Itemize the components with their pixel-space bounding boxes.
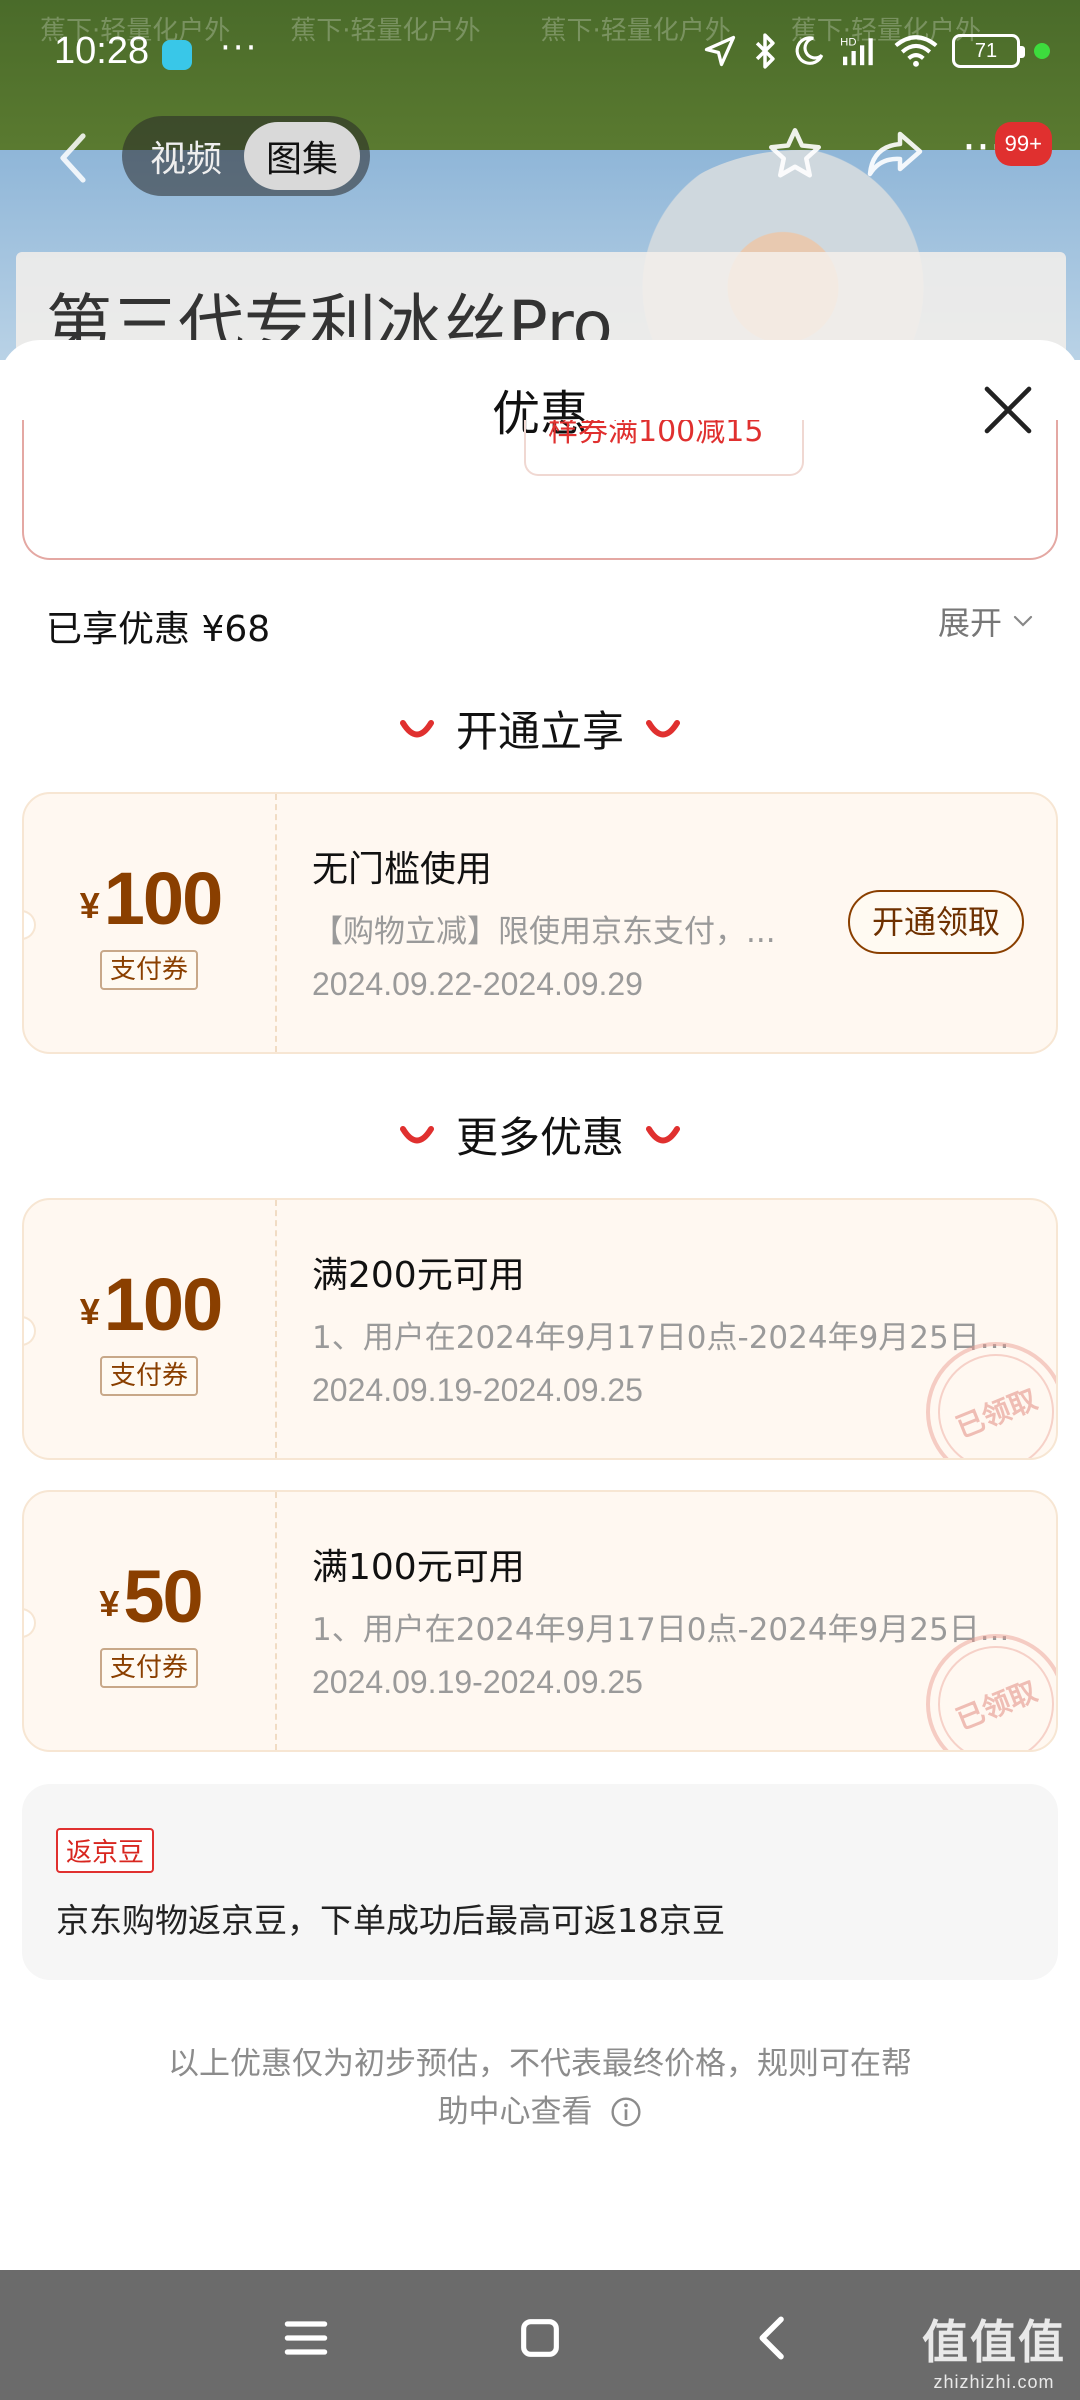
back-arrow-icon[interactable]	[50, 128, 100, 188]
back-icon[interactable]	[746, 2310, 802, 2366]
info-icon[interactable]	[610, 2096, 642, 2128]
battery-level: 71	[974, 39, 998, 62]
jd-beans-card: 返京豆 京东购物返京豆，下单成功后最高可返18京豆	[22, 1784, 1058, 1980]
smile-icon	[646, 719, 680, 737]
coupon-card[interactable]: ¥100 支付券 满200元可用 1、用户在2024年9月17日0点-2024年…	[22, 1198, 1058, 1460]
jd-beans-text: 京东购物返京豆，下单成功后最高可返18京豆	[56, 1901, 725, 1940]
tab-video[interactable]: 视频	[128, 122, 244, 190]
coupon-title: 满100元可用	[312, 1547, 525, 1588]
wifi-icon	[894, 35, 938, 67]
bluetooth-icon	[755, 33, 775, 69]
coupon-value-area: ¥100 支付券	[24, 794, 277, 1052]
disclaimer: 以上优惠仅为初步预估，不代表最终价格，规则可在帮 助中心查看	[130, 2040, 950, 2136]
more-menu-button[interactable]: ··· 99+	[962, 122, 1062, 184]
section-more-label: 更多优惠	[455, 1113, 624, 1162]
location-icon	[704, 35, 736, 67]
coupon-amount: ¥100	[24, 1262, 277, 1347]
coupon-description: 1、用户在2024年9月17日0点-2024年9月25日...	[312, 1612, 1010, 1648]
coupon-amount-value: 100	[103, 1263, 223, 1346]
previous-coupon-card: 样券满100减15	[22, 420, 1058, 560]
status-bar: 10:28 ··· HD 71	[0, 0, 1080, 110]
chevron-down-icon	[1013, 615, 1033, 627]
battery-icon: 71	[952, 34, 1025, 68]
enjoyed-discount: 已享优惠 ¥68	[46, 609, 271, 650]
status-time: 10:28	[54, 30, 150, 72]
coupon-amount-value: 50	[123, 1555, 203, 1638]
more-notifications-icon: ···	[220, 28, 259, 68]
discount-sheet: 优惠 样券满100减15 已享优惠 ¥68 展开 开通立享 ¥100 支付券 无…	[0, 340, 1080, 2270]
help-center-link[interactable]: 助中心查看	[438, 2094, 593, 2130]
jd-beans-tag: 返京豆	[56, 1828, 155, 1873]
menu-icon[interactable]	[278, 2310, 334, 2366]
star-icon[interactable]	[765, 124, 825, 184]
coupon-amount: ¥100	[24, 856, 277, 941]
coupon-title: 满200元可用	[312, 1255, 525, 1296]
coupon-card: ¥100 支付券 无门槛使用 【购物立减】限使用京东支付，... 2024.09…	[22, 792, 1058, 1054]
moon-icon	[795, 36, 824, 65]
previous-coupon-chip: 样券满100减15	[524, 420, 804, 476]
coupon-validity: 2024.09.19-2024.09.25	[312, 1372, 643, 1408]
expand-button[interactable]: 展开	[938, 598, 1034, 644]
notification-app-icon	[162, 40, 192, 70]
signal-icon: HD	[840, 36, 873, 66]
previous-coupon-text: 样券满100减15	[548, 420, 764, 449]
coupon-type-badge: 支付券	[100, 950, 198, 990]
tab-gallery[interactable]: 图集	[244, 122, 361, 190]
home-icon[interactable]	[512, 2310, 568, 2366]
coupon-validity: 2024.09.19-2024.09.25	[312, 1664, 643, 1700]
smile-icon	[399, 719, 434, 737]
claimed-stamp-text: 已领取	[951, 1674, 1042, 1737]
site-watermark: 值值值 zhizhizhi.com	[922, 2306, 1066, 2393]
media-tab-switcher: 视频 图集	[122, 116, 370, 196]
coupon-validity: 2024.09.22-2024.09.29	[312, 966, 643, 1002]
coupon-value-area: ¥50 支付券	[24, 1492, 277, 1750]
disclaimer-line-2: 助中心查看	[130, 2088, 950, 2136]
app-header: 视频 图集 ··· 99+	[0, 110, 1080, 200]
system-nav-bar: 值值值 zhizhizhi.com	[0, 2270, 1080, 2400]
status-icons: HD 71	[702, 32, 1050, 70]
disclaimer-line: 以上优惠仅为初步预估，不代表最终价格，规则可在帮	[168, 2046, 912, 2082]
svg-text:HD: HD	[840, 36, 856, 48]
section-title-more: 更多优惠	[0, 1104, 1080, 1165]
watermark-url: zhizhizhi.com	[933, 2372, 1055, 2392]
section-open-label: 开通立享	[455, 707, 624, 756]
coupon-currency: ¥	[79, 1291, 100, 1332]
watermark-logo: 值值值	[922, 2315, 1066, 2369]
coupon-type-badge: 支付券	[100, 1356, 198, 1396]
message-badge: 99+	[994, 122, 1052, 166]
claimed-stamp-text: 已领取	[951, 1382, 1042, 1445]
coupon-description: 【购物立减】限使用京东支付，...	[312, 914, 776, 950]
open-and-claim-button[interactable]: 开通领取	[847, 890, 1024, 954]
section-title-open: 开通立享	[0, 698, 1080, 759]
coupon-card[interactable]: ¥50 支付券 满100元可用 1、用户在2024年9月17日0点-2024年9…	[22, 1490, 1058, 1752]
share-icon[interactable]	[865, 124, 925, 184]
coupon-currency: ¥	[99, 1583, 120, 1624]
privacy-indicator-icon	[1034, 43, 1050, 59]
smile-icon	[399, 1125, 434, 1143]
coupon-currency: ¥	[79, 885, 100, 926]
coupon-amount-value: 100	[103, 857, 223, 940]
coupon-value-area: ¥100 支付券	[24, 1200, 277, 1458]
smile-icon	[646, 1125, 680, 1143]
coupon-amount: ¥50	[24, 1554, 277, 1639]
expand-label: 展开	[937, 604, 1002, 642]
coupon-description: 1、用户在2024年9月17日0点-2024年9月25日...	[312, 1320, 1010, 1356]
coupon-type-badge: 支付券	[100, 1648, 198, 1688]
coupon-title: 无门槛使用	[312, 849, 493, 890]
